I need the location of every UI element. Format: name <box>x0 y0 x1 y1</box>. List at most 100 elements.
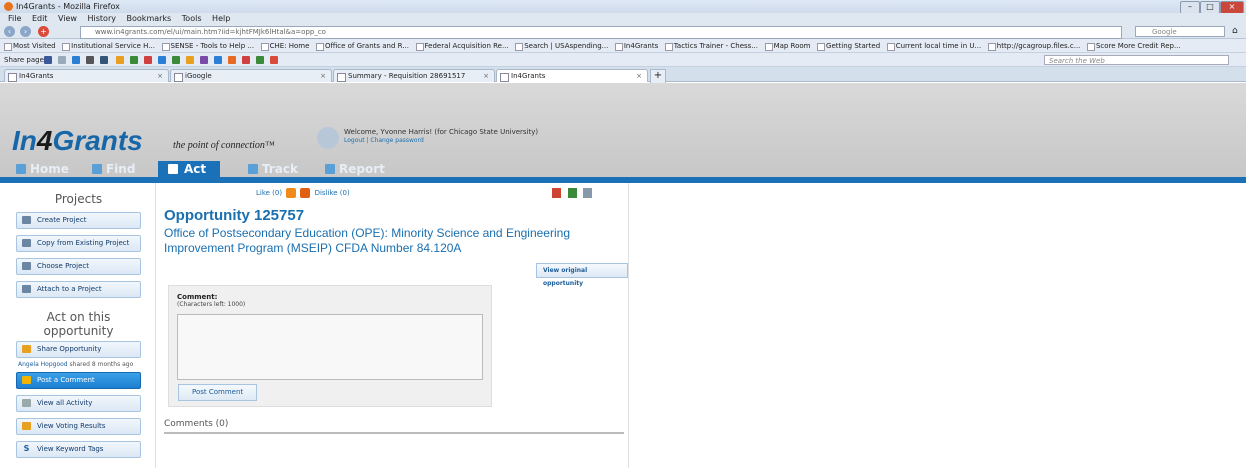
view-original-button[interactable]: View original opportunity <box>536 263 628 287</box>
google-icon <box>174 73 183 82</box>
toolbar-icon[interactable] <box>144 56 152 64</box>
like-label[interactable]: Like (0) <box>256 189 282 197</box>
dislike-label[interactable]: Dislike (0) <box>315 189 350 197</box>
nav-report[interactable]: Report <box>325 161 385 177</box>
search-engine-box[interactable]: Google <box>1135 26 1225 37</box>
menu-view[interactable]: View <box>58 13 77 24</box>
close-tab-icon[interactable]: × <box>483 70 489 83</box>
menu-tools[interactable]: Tools <box>182 13 202 24</box>
bookmark-item[interactable]: In4Grants <box>614 39 658 52</box>
facebook-icon[interactable] <box>44 56 52 64</box>
nav-track[interactable]: Track <box>248 161 298 177</box>
address-bar[interactable]: www.in4grants.com/el/ui/main.htm?iid=kjh… <box>80 26 1122 39</box>
print-icon[interactable] <box>583 188 593 198</box>
create-project-button[interactable]: Create Project <box>16 212 141 229</box>
post-comment-submit[interactable]: Post Comment <box>178 384 258 401</box>
logo-text: 4 <box>36 125 53 156</box>
bookmark-item[interactable]: http://gcagroup.files.c... <box>987 39 1080 52</box>
attach-project-button[interactable]: Attach to a Project <box>16 281 141 298</box>
comment-textarea[interactable] <box>177 314 483 380</box>
share-icon[interactable] <box>72 56 80 64</box>
copy-project-button[interactable]: Copy from Existing Project <box>16 235 141 252</box>
nav-act[interactable]: Act <box>158 161 221 177</box>
thumbs-down-icon[interactable] <box>300 188 311 198</box>
nav-label: Home <box>30 162 69 176</box>
menu-edit[interactable]: Edit <box>32 13 48 24</box>
bookmark-item[interactable]: Federal Acquisition Re... <box>415 39 509 52</box>
print-icon[interactable] <box>86 56 94 64</box>
welcome-text: Welcome, Yvonne Harris! (for Chicago Sta… <box>344 128 539 136</box>
thumbs-up-icon[interactable] <box>286 188 297 198</box>
excel-icon[interactable] <box>567 188 577 198</box>
toolbar-icon[interactable] <box>228 56 236 64</box>
toolbar-icon[interactable] <box>116 56 124 64</box>
view-activity-button[interactable]: View all Activity <box>16 395 141 412</box>
tab-label: Summary - Requisition 28691517 <box>348 72 466 80</box>
back-icon[interactable]: ‹ <box>4 26 15 37</box>
toolbar-icon[interactable] <box>200 56 208 64</box>
tab-igoogle[interactable]: iGoogle × <box>170 69 332 82</box>
avatar <box>317 127 339 149</box>
project-icon <box>22 285 31 293</box>
pdf-icon[interactable] <box>552 188 561 198</box>
email-icon[interactable] <box>58 56 66 64</box>
bookmark-item[interactable]: Search | USAspending... <box>515 39 608 52</box>
tab-in4grants[interactable]: In4Grants × <box>4 69 169 82</box>
menu-bookmarks[interactable]: Bookmarks <box>127 13 172 24</box>
view-voting-button[interactable]: View Voting Results <box>16 418 141 435</box>
toolbar-icon[interactable] <box>214 56 222 64</box>
post-comment-button[interactable]: Post a Comment <box>16 372 141 389</box>
logout-link[interactable]: Logout <box>344 137 365 144</box>
share-opportunity-button[interactable]: Share Opportunity <box>16 341 141 358</box>
web-search-input[interactable]: Search the Web <box>1044 55 1229 65</box>
in4grants-logo[interactable]: In4Grants <box>12 125 143 157</box>
close-tab-icon[interactable]: × <box>157 70 163 83</box>
close-tab-icon[interactable]: × <box>636 70 642 83</box>
bookmark-item[interactable]: CHE: Home <box>260 39 309 52</box>
bookmark-item[interactable]: Score More Credit Rep... <box>1086 39 1181 52</box>
menu-help[interactable]: Help <box>212 13 230 24</box>
new-tab-button[interactable]: + <box>650 69 666 84</box>
share-icon <box>22 345 31 353</box>
tagline: the point of connection™ <box>173 140 275 151</box>
toolbar-icon[interactable] <box>158 56 166 64</box>
bookmark-item[interactable]: Tactics Trainer - Chess... <box>664 39 758 52</box>
view-keyword-button[interactable]: S View Keyword Tags <box>16 441 141 458</box>
bookmark-item[interactable]: Current local time in U... <box>886 39 981 52</box>
menu-history[interactable]: History <box>88 13 116 24</box>
bookmark-item[interactable]: Map Room <box>764 39 811 52</box>
gmail-icon[interactable] <box>242 56 250 64</box>
close-tab-icon[interactable]: × <box>320 70 326 83</box>
toolbar-icon[interactable] <box>256 56 264 64</box>
tab-label: In4Grants <box>19 72 54 80</box>
logo-text: In <box>12 125 37 156</box>
home-icon <box>16 164 26 174</box>
shared-by-user[interactable]: Angela Hopgood <box>18 361 68 368</box>
tab-summary-requisition[interactable]: Summary - Requisition 28691517 × <box>333 69 495 82</box>
change-password-link[interactable]: Change password <box>370 137 423 144</box>
window-titlebar: In4Grants - Mozilla Firefox – □ × <box>0 0 1246 14</box>
toolbar-icon[interactable] <box>100 56 108 64</box>
forward-icon[interactable]: › <box>20 26 31 37</box>
toolbar-icon[interactable] <box>172 56 180 64</box>
bookmark-item[interactable]: Office of Grants and R... <box>315 39 409 52</box>
grid-icon <box>248 164 258 174</box>
bookmark-item[interactable]: Getting Started <box>817 39 880 52</box>
home-icon[interactable]: ⌂ <box>1232 26 1238 36</box>
choose-project-button[interactable]: Choose Project <box>16 258 141 275</box>
button-label: Attach to a Project <box>37 285 102 293</box>
project-icon <box>22 216 31 224</box>
nav-home[interactable]: Home <box>16 161 69 177</box>
bookmark-item[interactable]: Institutional Service H... <box>62 39 155 52</box>
vote-bar: Like (0) Dislike (0) <box>256 188 350 198</box>
toolbar-icon[interactable] <box>186 56 194 64</box>
toolbar-icon[interactable] <box>270 56 278 64</box>
nav-find[interactable]: Find <box>92 161 135 177</box>
addon-icon[interactable]: + <box>38 26 49 37</box>
toolbar-icon[interactable] <box>130 56 138 64</box>
bookmark-item[interactable]: SENSE - Tools to Help ... <box>161 39 254 52</box>
tab-in4grants-active[interactable]: In4Grants × <box>496 69 648 82</box>
menu-file[interactable]: File <box>8 13 21 24</box>
bookmark-most-visited[interactable]: Most Visited <box>4 39 56 52</box>
logo-text: Grants <box>52 125 143 156</box>
